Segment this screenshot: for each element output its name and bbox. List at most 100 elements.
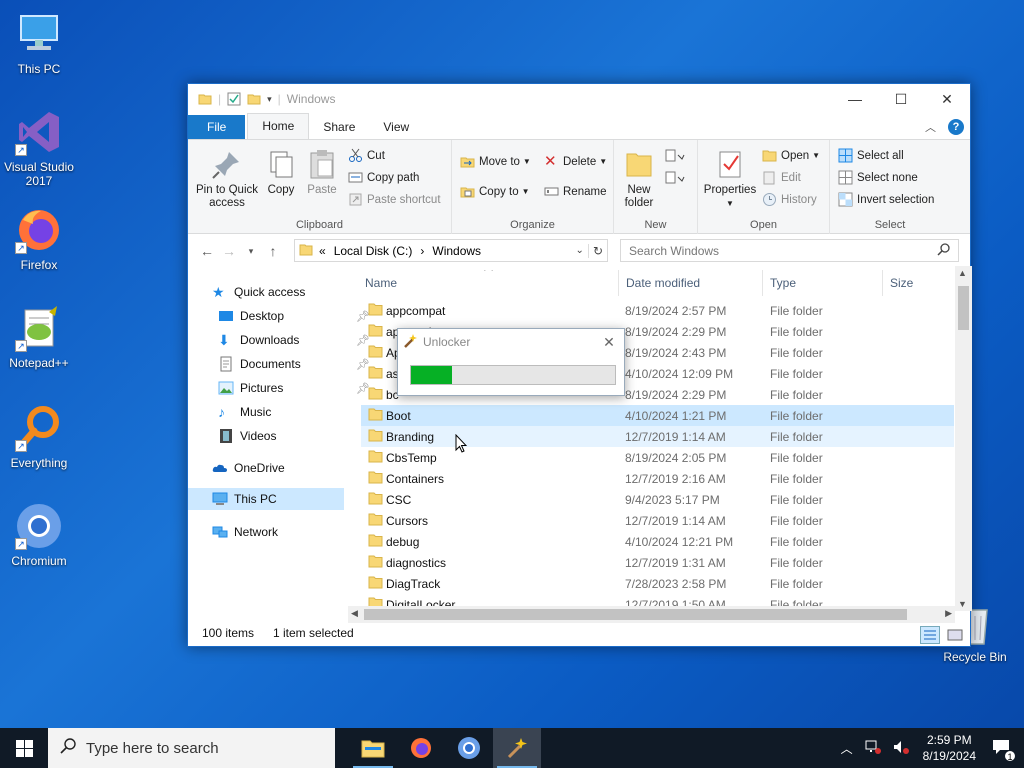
copy-to-button[interactable]: Copy to ▼ xyxy=(460,184,530,199)
search-box[interactable]: Search Windows xyxy=(620,239,959,262)
column-header-date[interactable]: Date modified xyxy=(626,270,700,296)
column-header-size[interactable]: Size xyxy=(890,270,913,296)
clock[interactable]: 2:59 PM 8/19/2024 xyxy=(923,732,976,764)
address-bar[interactable]: « Local Disk (C:) › Windows ⌄ ↻ xyxy=(294,239,608,262)
column-header-type[interactable]: Type xyxy=(770,270,796,296)
start-button[interactable] xyxy=(0,728,48,768)
help-icon[interactable]: ? xyxy=(948,119,964,135)
address-prefix[interactable]: « xyxy=(319,244,326,258)
table-row[interactable]: CSC 9/4/2023 5:17 PM File folder xyxy=(361,489,954,510)
table-row[interactable]: DiagTrack 7/28/2023 2:58 PM File folder xyxy=(361,573,954,594)
nav-pictures[interactable]: Pictures 📌︎ xyxy=(218,377,374,399)
invert-selection-button[interactable]: Invert selection xyxy=(838,192,934,207)
large-icons-view-icon[interactable] xyxy=(946,627,964,646)
network-icon[interactable] xyxy=(865,740,881,757)
details-view-icon[interactable] xyxy=(920,626,940,644)
unlocker-close-button[interactable]: ✕ xyxy=(594,334,624,351)
rename-button[interactable]: Rename xyxy=(544,184,606,199)
delete-button[interactable]: ✕ Delete ▼ xyxy=(544,154,607,169)
easy-access-icon[interactable] xyxy=(664,170,686,189)
select-none-button[interactable]: Select none xyxy=(838,170,918,185)
new-folder-quick-icon[interactable] xyxy=(247,92,261,106)
table-row[interactable]: diagnostics 12/7/2019 1:31 AM File folder xyxy=(361,552,954,573)
nav-network[interactable]: Network xyxy=(212,521,368,543)
maximize-button[interactable]: ☐ xyxy=(878,84,924,114)
table-row[interactable]: Cursors 12/7/2019 1:14 AM File folder xyxy=(361,510,954,531)
desktop-icon-firefox[interactable]: ↗ Firefox xyxy=(2,206,76,272)
scroll-left-arrow-icon[interactable]: ◀ xyxy=(351,608,358,619)
taskbar-unlocker[interactable] xyxy=(493,728,541,768)
table-row[interactable]: Boot 4/10/2024 1:21 PM File folder xyxy=(361,405,954,426)
pin-to-quick-access-button[interactable]: Pin to Quick access xyxy=(192,148,262,210)
unlocker-title-bar[interactable]: Unlocker ✕ xyxy=(398,329,624,355)
address-dropdown-icon[interactable]: ⌄ xyxy=(576,245,584,256)
show-hidden-icons-chevron-icon[interactable]: ︿ xyxy=(841,740,853,757)
column-separator[interactable] xyxy=(762,270,763,296)
scroll-right-arrow-icon[interactable]: ▶ xyxy=(945,608,952,619)
search-icon[interactable] xyxy=(937,242,950,259)
tab-home[interactable]: Home xyxy=(247,113,310,139)
recent-locations-button[interactable]: ▾ xyxy=(240,246,262,257)
collapse-ribbon-icon[interactable]: ︿ xyxy=(925,119,936,135)
desktop-icon-everything[interactable]: ↗ Everything xyxy=(2,404,76,470)
title-bar[interactable]: | ▾ | Windows — ☐ ✕ xyxy=(188,84,970,114)
history-button[interactable]: History xyxy=(762,192,817,207)
scroll-down-arrow-icon[interactable]: ▼ xyxy=(958,599,967,609)
unlocker-dialog[interactable]: Unlocker ✕ xyxy=(397,328,625,396)
table-row[interactable]: debug 4/10/2024 12:21 PM File folder xyxy=(361,531,954,552)
taskbar-search-box[interactable]: Type here to search xyxy=(48,728,335,768)
nav-onedrive[interactable]: OneDrive xyxy=(212,457,368,479)
copy-button[interactable]: Copy xyxy=(264,148,298,197)
breadcrumb-separator[interactable]: › xyxy=(420,244,424,258)
volume-muted-icon[interactable] xyxy=(893,740,909,757)
up-button[interactable]: ↑ xyxy=(262,243,284,259)
forward-button[interactable]: → xyxy=(218,243,240,259)
quick-access-dropdown-icon[interactable]: ▾ xyxy=(267,94,272,105)
new-folder-button[interactable]: New folder xyxy=(618,148,660,210)
desktop-icon-visual-studio[interactable]: ↗ Visual Studio 2017 xyxy=(2,108,76,188)
nav-this-pc[interactable]: This PC xyxy=(188,488,344,510)
nav-desktop[interactable]: Desktop 📌︎ xyxy=(218,305,374,327)
breadcrumb-local-disk[interactable]: Local Disk (C:) xyxy=(334,244,413,258)
nav-music[interactable]: ♪ Music xyxy=(218,401,374,423)
paste-button[interactable]: Paste xyxy=(305,148,339,197)
scroll-up-arrow-icon[interactable]: ▲ xyxy=(958,268,967,278)
copy-path-button[interactable]: Copy path xyxy=(348,170,419,185)
refresh-icon[interactable]: ↻ xyxy=(587,243,607,258)
taskbar-firefox[interactable] xyxy=(397,728,445,768)
horizontal-scroll-thumb[interactable] xyxy=(364,609,907,620)
properties-check-icon[interactable] xyxy=(227,92,241,106)
tab-share[interactable]: Share xyxy=(309,115,369,139)
desktop-icon-this-pc[interactable]: This PC xyxy=(2,10,76,76)
table-row[interactable]: Branding 12/7/2019 1:14 AM File folder xyxy=(361,426,954,447)
taskbar-search-input[interactable]: Type here to search xyxy=(86,740,219,757)
vertical-scroll-thumb[interactable] xyxy=(958,286,969,330)
table-row[interactable]: appcompat 8/19/2024 2:57 PM File folder xyxy=(361,300,954,321)
cut-button[interactable]: Cut xyxy=(348,148,385,163)
minimize-button[interactable]: — xyxy=(832,84,878,114)
paste-shortcut-button[interactable]: Paste shortcut xyxy=(348,192,441,207)
tab-file[interactable]: File xyxy=(188,115,246,139)
vertical-scrollbar[interactable]: ▲ ▼ xyxy=(955,266,972,611)
taskbar-file-explorer[interactable] xyxy=(349,728,397,768)
nav-downloads[interactable]: ⬇ Downloads 📌︎ xyxy=(218,329,374,351)
nav-documents[interactable]: Documents 📌︎ xyxy=(218,353,374,375)
search-input[interactable]: Search Windows xyxy=(629,244,719,258)
column-separator[interactable] xyxy=(882,270,883,296)
taskbar-chromium[interactable] xyxy=(445,728,493,768)
breadcrumb-windows[interactable]: Windows xyxy=(432,244,481,258)
table-row[interactable]: CbsTemp 8/19/2024 2:05 PM File folder xyxy=(361,447,954,468)
edit-button[interactable]: Edit xyxy=(762,170,801,185)
new-item-icon[interactable] xyxy=(664,148,686,167)
column-header-name[interactable]: Name xyxy=(365,270,397,296)
nav-quick-access[interactable]: ★ Quick access xyxy=(212,281,368,303)
table-row[interactable]: Containers 12/7/2019 2:16 AM File folder xyxy=(361,468,954,489)
horizontal-scrollbar[interactable]: ◀ ▶ xyxy=(348,606,955,623)
column-separator[interactable] xyxy=(618,270,619,296)
properties-button[interactable]: Properties ▼ xyxy=(702,148,758,210)
close-button[interactable]: ✕ xyxy=(924,84,970,114)
select-all-button[interactable]: Select all xyxy=(838,148,904,163)
open-button[interactable]: Open ▼ xyxy=(762,148,820,163)
nav-videos[interactable]: Videos xyxy=(218,425,374,447)
desktop-icon-chromium[interactable]: ↗ Chromium xyxy=(2,502,76,568)
